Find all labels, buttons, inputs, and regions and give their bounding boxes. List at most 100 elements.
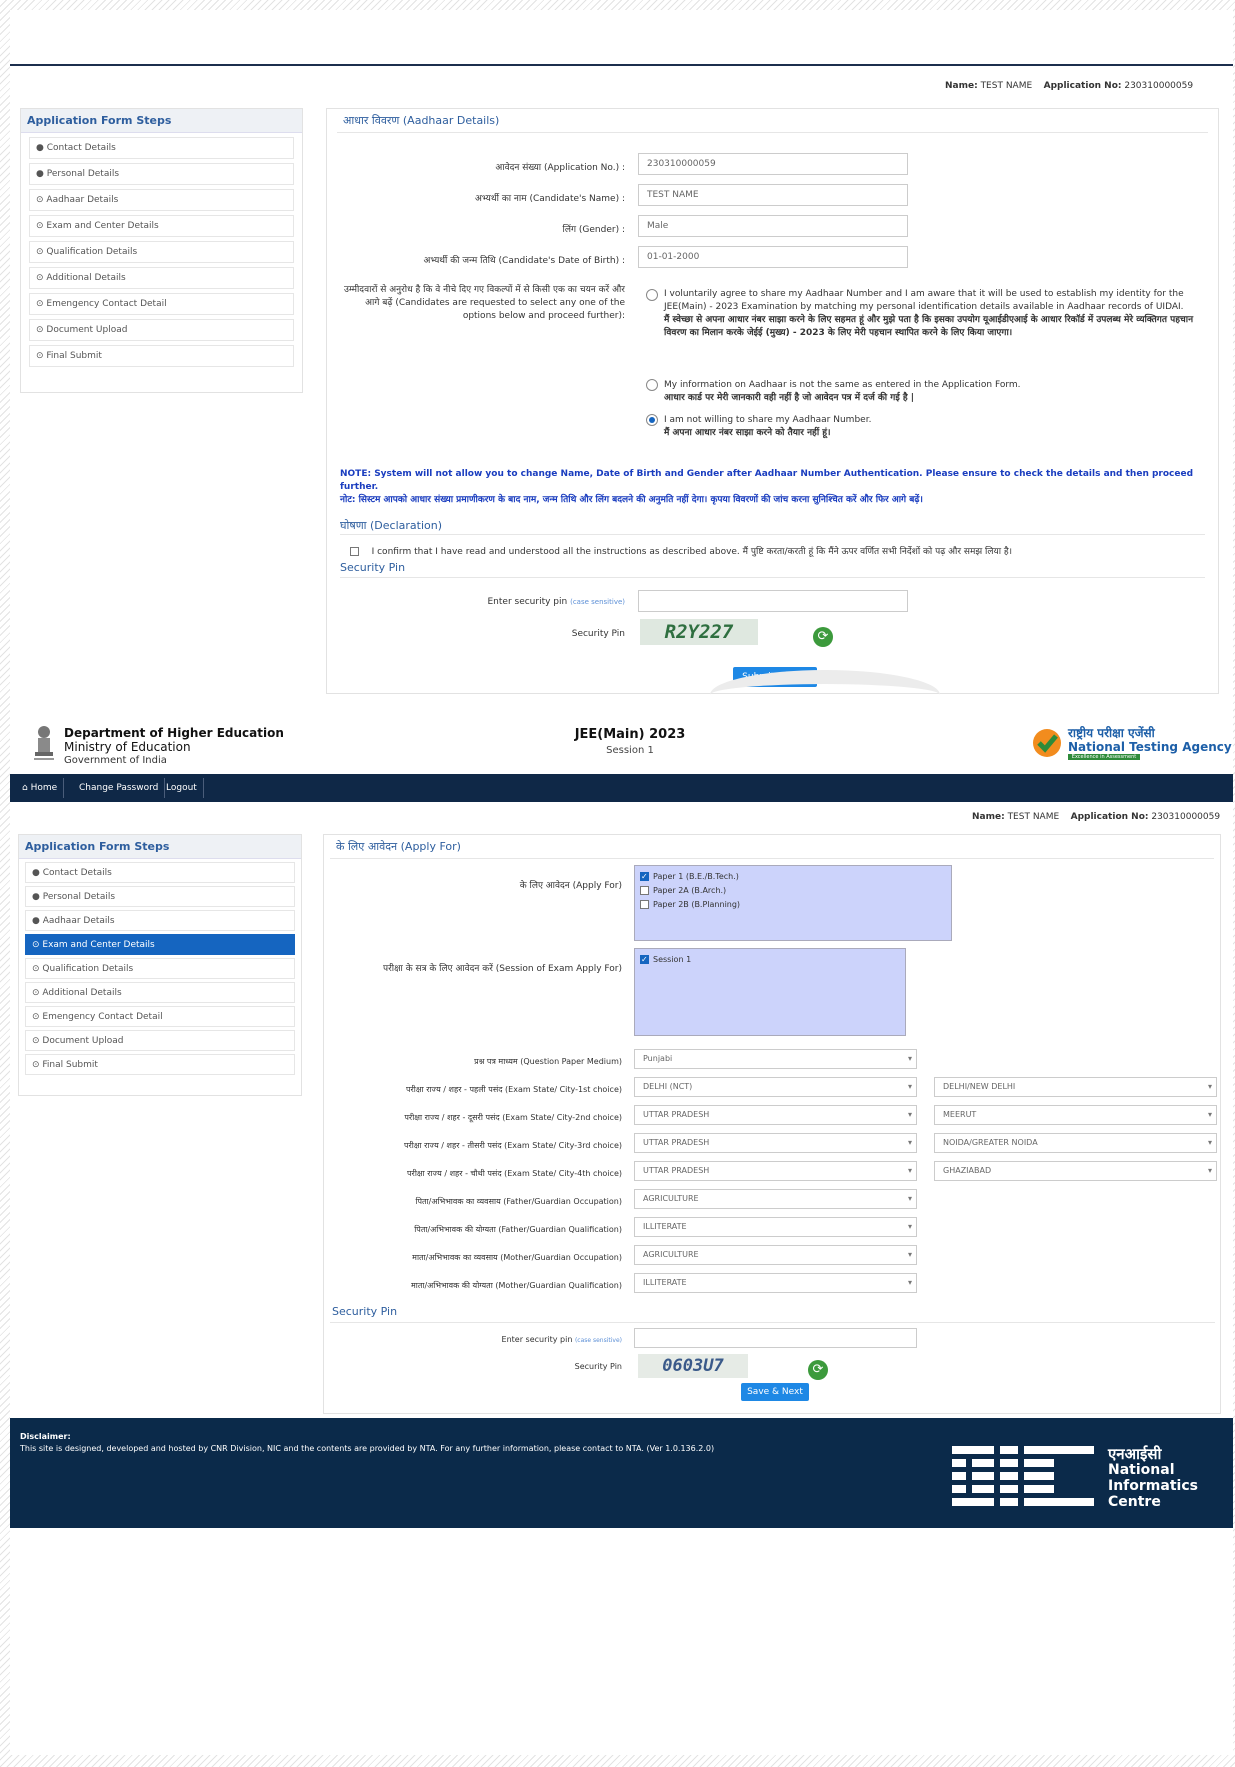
city-choice-3-select[interactable]: NOIDA/GREATER NOIDA (934, 1133, 1217, 1153)
city-choice-3-label: परीक्षा राज्य / शहर - तीसरी पसंद (Exam S… (403, 1141, 622, 1150)
sidebar-item-personal[interactable]: ● Personal Details (25, 886, 295, 907)
nta-english: National Testing Agency (1068, 740, 1232, 754)
sidebar-item-exam-center[interactable]: ⊙ Exam and Center Details (25, 934, 295, 955)
name-input[interactable]: TEST NAME (638, 184, 908, 206)
sidebar-item-final[interactable]: ⊙ Final Submit (25, 1054, 295, 1075)
captcha-image: 0603U7 (638, 1354, 748, 1378)
nav-home[interactable]: ⌂ Home (16, 778, 65, 798)
nav-logout[interactable]: Logout (160, 778, 204, 798)
paper-option[interactable]: Paper 2A (B.Arch.) (640, 884, 946, 898)
nic-logo-icon (952, 1446, 1097, 1508)
mother-occupation-label: माता/अभिभावक का व्यवसाय (Mother/Guardian… (412, 1253, 622, 1262)
app-no: 230310000059 (1124, 81, 1194, 91)
save-next-button[interactable]: Save & Next (741, 1383, 809, 1401)
gender-input[interactable]: Male (638, 215, 908, 237)
appno-input[interactable]: 230310000059 (638, 153, 908, 175)
session1-checkbox[interactable] (640, 953, 649, 967)
session-option[interactable]: Session 1 (640, 953, 900, 967)
city-choice-4-select[interactable]: GHAZIABAD (934, 1161, 1217, 1181)
nic-text: एनआईसी National Informatics Centre (1108, 1446, 1198, 1510)
sidebar-item-exam-center[interactable]: ⊙ Exam and Center Details (29, 215, 294, 237)
paper-listbox[interactable]: Paper 1 (B.E./B.Tech.) Paper 2A (B.Arch.… (634, 865, 952, 941)
medium-select[interactable]: Punjabi (634, 1049, 917, 1069)
sidebar-item-aadhaar[interactable]: ⊙ Aadhaar Details (29, 189, 294, 211)
app-no: 230310000059 (1151, 812, 1221, 822)
dept-block: Department of Higher Education Ministry … (64, 726, 284, 768)
paper-option[interactable]: Paper 2B (B.Planning) (640, 898, 946, 912)
sidebar-item-emergency[interactable]: ⊙ Emengency Contact Detail (25, 1006, 295, 1027)
panel-title: के लिए आवेदन (Apply For) (330, 835, 1214, 859)
sidebar-item-contact[interactable]: ● Contact Details (29, 137, 294, 159)
declaration-checkbox[interactable] (350, 547, 359, 556)
name-label: Name: (972, 812, 1005, 822)
dept-name: Department of Higher Education (64, 726, 284, 740)
sidebar-item-document[interactable]: ⊙ Document Upload (25, 1030, 295, 1051)
paper2a-checkbox[interactable] (640, 886, 649, 895)
sidebar-item-qualification[interactable]: ⊙ Qualification Details (25, 958, 295, 979)
sidebar-title: Application Form Steps (19, 835, 301, 859)
paper-option[interactable]: Paper 1 (B.E./B.Tech.) (640, 870, 946, 884)
medium-label: प्रश्न पत्र माध्यम (Question Paper Mediu… (474, 1057, 622, 1066)
dob-input[interactable]: 01-01-2000 (638, 246, 908, 268)
option-not-willing-radio[interactable] (646, 414, 658, 426)
sidebar-item-emergency[interactable]: ⊙ Emengency Contact Detail (29, 293, 294, 315)
refresh-captcha-icon[interactable]: ⟳ (813, 627, 833, 647)
mother-occupation-select[interactable]: AGRICULTURE (634, 1245, 917, 1265)
sidebar-item-qualification[interactable]: ⊙ Qualification Details (29, 241, 294, 263)
session-label: परीक्षा के सत्र के लिए आवेदन करें (Sessi… (382, 964, 622, 974)
city-choice-2-select[interactable]: MEERUT (934, 1105, 1217, 1125)
nta-logo-icon (1032, 728, 1062, 758)
state-choice-4-select[interactable]: UTTAR PRADESH (634, 1161, 917, 1181)
nic-hindi: एनआईसी (1108, 1445, 1162, 1463)
name-label: Name: (945, 81, 978, 91)
sidebar-item-final[interactable]: ⊙ Final Submit (29, 345, 294, 367)
enter-pin-label: Enter security pin (case sensitive) (501, 1335, 622, 1344)
disclaimer-text: This site is designed, developed and hos… (20, 1444, 715, 1453)
option-share-radio[interactable] (646, 289, 658, 301)
security-pin-label: Security Pin (574, 1362, 622, 1371)
refresh-captcha-icon[interactable]: ⟳ (808, 1360, 828, 1380)
father-occupation-select[interactable]: AGRICULTURE (634, 1189, 917, 1209)
watermark-arc (710, 670, 940, 720)
sidebar-item-additional[interactable]: ⊙ Additional Details (25, 982, 295, 1003)
divider (330, 1322, 1215, 1323)
aadhaar-note: NOTE: System will not allow you to chang… (340, 469, 1194, 505)
nic-english-1: National (1108, 1462, 1175, 1478)
security-pin-input[interactable] (638, 590, 908, 612)
sidebar-item-contact[interactable]: ● Contact Details (25, 862, 295, 883)
footer: Disclaimer: This site is designed, devel… (10, 1418, 1233, 1528)
city-choice-1-label: परीक्षा राज्य / शहर - पहली पसंद (Exam St… (405, 1085, 622, 1094)
security-title: Security Pin (340, 561, 406, 574)
nta-block: राष्ट्रीय परीक्षा एजेंसी National Testin… (1068, 726, 1232, 760)
city-choice-4-label: परीक्षा राज्य / शहर - चौथी पसंद (Exam St… (407, 1169, 622, 1178)
enter-pin-label: Enter security pin (case sensitive) (487, 597, 625, 607)
paper2b-checkbox[interactable] (640, 900, 649, 909)
sidebar-item-additional[interactable]: ⊙ Additional Details (29, 267, 294, 289)
emblem-icon (32, 724, 56, 762)
state-choice-2-select[interactable]: UTTAR PRADESH (634, 1105, 917, 1125)
sidebar-item-aadhaar[interactable]: ● Aadhaar Details (25, 910, 295, 931)
disclaimer-title: Disclaimer: (20, 1432, 71, 1441)
page: Name: TEST NAME Application No: 23031000… (10, 10, 1233, 1755)
option-share-text: I voluntarily agree to share my Aadhaar … (664, 289, 1194, 338)
declaration-row: I confirm that I have read and understoo… (350, 544, 1210, 557)
father-qualification-select[interactable]: ILLITERATE (634, 1217, 917, 1237)
sidebar-item-personal[interactable]: ● Personal Details (29, 163, 294, 185)
mother-qualification-select[interactable]: ILLITERATE (634, 1273, 917, 1293)
apply-for-label: के लिए आवेदन (Apply For) (519, 881, 622, 891)
state-choice-3-select[interactable]: UTTAR PRADESH (634, 1133, 917, 1153)
field-label-gender: लिंग (Gender) : (562, 225, 625, 235)
sidebar: Application Form Steps ● Contact Details… (20, 108, 303, 393)
nav-change-password[interactable]: Change Password (73, 778, 166, 798)
father-qualification-label: पिता/अभिभावक की योग्यता (Father/Guardian… (414, 1225, 622, 1234)
option-mismatch-radio[interactable] (646, 379, 658, 391)
state-choice-1-select[interactable]: DELHI (NCT) (634, 1077, 917, 1097)
city-choice-1-select[interactable]: DELHI/NEW DELHI (934, 1077, 1217, 1097)
paper1-checkbox[interactable] (640, 870, 649, 884)
user-info: Name: TEST NAME Application No: 23031000… (972, 812, 1220, 822)
security-pin-input[interactable] (634, 1328, 917, 1348)
session-listbox[interactable]: Session 1 (634, 948, 906, 1036)
exam-title: JEE(Main) 2023 Session 1 (530, 727, 730, 756)
sidebar-item-document[interactable]: ⊙ Document Upload (29, 319, 294, 341)
panel-title: आधार विवरण (Aadhaar Details) (337, 109, 1208, 133)
